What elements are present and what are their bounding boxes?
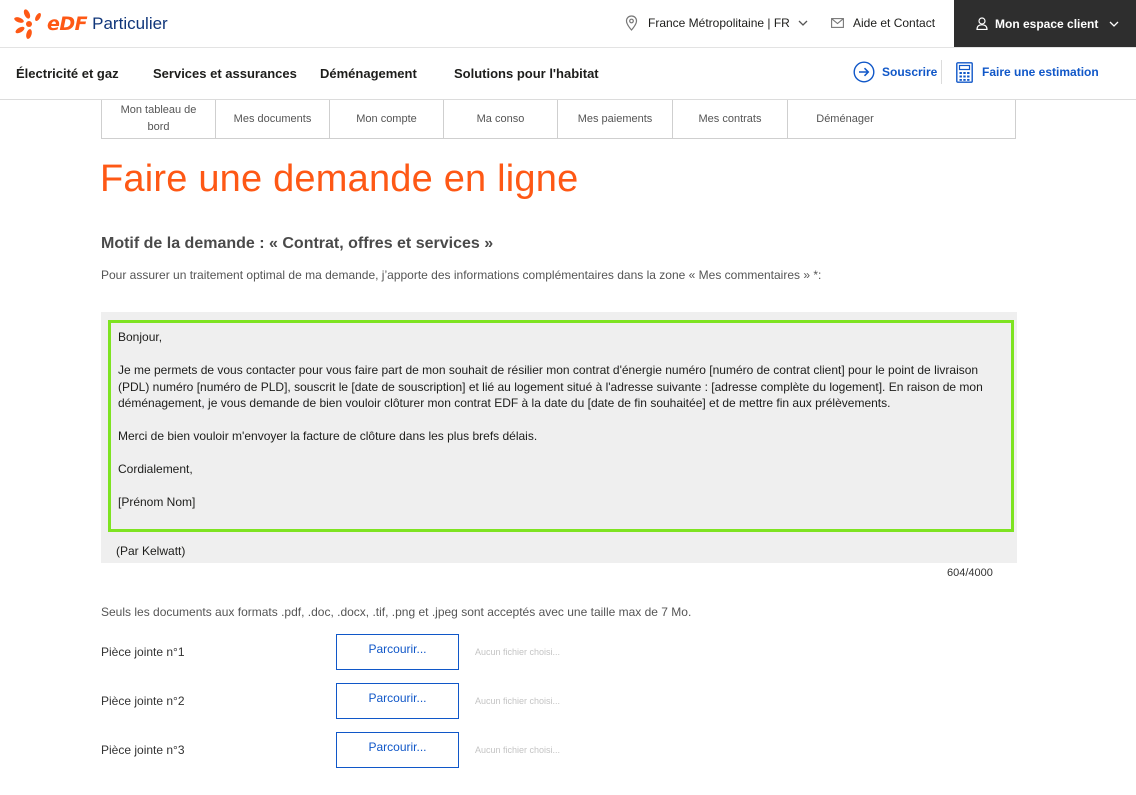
tab-tableau-de-bord[interactable]: Mon tableau de bord: [102, 100, 216, 138]
account-label: Mon espace client: [995, 16, 1099, 31]
attachment-2-browse-button[interactable]: Parcourir...: [336, 683, 459, 719]
comment-paragraph: Cordialement,: [118, 462, 193, 476]
subscribe-label: Souscrire: [882, 65, 938, 79]
comment-paragraph: Je me permets de vous contacter pour vou…: [118, 363, 983, 410]
attachment-2-status: Aucun fichier choisi...: [475, 696, 561, 706]
tab-demenager[interactable]: Déménager: [788, 100, 902, 138]
comment-paragraph: [Prénom Nom]: [118, 495, 196, 509]
brand-suffix: Particulier: [92, 14, 168, 33]
tab-mes-paiements[interactable]: Mes paiements: [558, 100, 673, 138]
tab-ma-conso[interactable]: Ma conso: [444, 100, 558, 138]
brand-edf-text: eDF: [47, 13, 88, 35]
estimate-link[interactable]: Faire une estimation: [956, 61, 1099, 83]
intro-text: Pour assurer un traitement optimal de ma…: [101, 268, 822, 282]
nav-item-solutions-habitat[interactable]: Solutions pour l'habitat: [454, 66, 599, 81]
page-title: Faire une demande en ligne: [100, 158, 579, 200]
top-bar: eDF Particulier France Métropolitaine | …: [0, 0, 1136, 48]
envelope-icon: [831, 18, 844, 28]
location-pin-icon: [625, 15, 638, 31]
tab-mes-documents[interactable]: Mes documents: [216, 100, 330, 138]
chevron-down-icon: [798, 20, 808, 26]
attachment-1-status: Aucun fichier choisi...: [475, 647, 561, 657]
attachment-3-browse-button[interactable]: Parcourir...: [336, 732, 459, 768]
edf-logo-icon: [14, 9, 41, 39]
account-menu-button[interactable]: Mon espace client: [954, 0, 1136, 47]
user-icon: [976, 17, 988, 30]
attachment-2-label: Pièce jointe n°2: [101, 694, 185, 708]
attachment-3-label: Pièce jointe n°3: [101, 743, 185, 757]
edf-logo[interactable]: eDF Particulier: [14, 8, 168, 40]
chevron-down-icon: [1109, 21, 1119, 27]
request-motif-heading: Motif de la demande : « Contrat, offres …: [101, 235, 494, 252]
character-counter: 604/4000: [947, 567, 993, 579]
attachment-1-label: Pièce jointe n°1: [101, 645, 185, 659]
calculator-icon: [956, 61, 973, 83]
nav-item-services-assurances[interactable]: Services et assurances: [153, 66, 297, 81]
nav-item-demenagement[interactable]: Déménagement: [320, 66, 417, 81]
help-contact-link[interactable]: Aide et Contact: [831, 14, 935, 32]
credit-text: (Par Kelwatt): [116, 544, 186, 558]
tab-mes-contrats[interactable]: Mes contrats: [673, 100, 788, 138]
region-label: France Métropolitaine | FR: [648, 16, 790, 30]
help-contact-label: Aide et Contact: [853, 16, 936, 30]
main-navigation: Électricité et gaz Services et assurance…: [0, 48, 1136, 100]
comments-textarea[interactable]: Bonjour, Je me permets de vous contacter…: [108, 320, 1014, 532]
subscribe-link[interactable]: Souscrire: [853, 61, 937, 83]
account-tabs: Mon tableau de bord Mes documents Mon co…: [101, 100, 1016, 139]
region-selector[interactable]: France Métropolitaine | FR: [625, 14, 808, 32]
nav-divider: [941, 60, 942, 84]
attachment-3-status: Aucun fichier choisi...: [475, 745, 561, 755]
formats-note: Seuls les documents aux formats .pdf, .d…: [101, 605, 692, 619]
arrow-circle-icon: [853, 61, 875, 83]
tab-mon-compte[interactable]: Mon compte: [330, 100, 444, 138]
attachment-1-browse-button[interactable]: Parcourir...: [336, 634, 459, 670]
estimate-label: Faire une estimation: [982, 65, 1099, 79]
comments-panel: Bonjour, Je me permets de vous contacter…: [101, 312, 1017, 563]
nav-item-electricite-gaz[interactable]: Électricité et gaz: [16, 66, 119, 81]
comment-paragraph: Merci de bien vouloir m'envoyer la factu…: [118, 429, 538, 443]
comment-paragraph: Bonjour,: [118, 330, 163, 344]
